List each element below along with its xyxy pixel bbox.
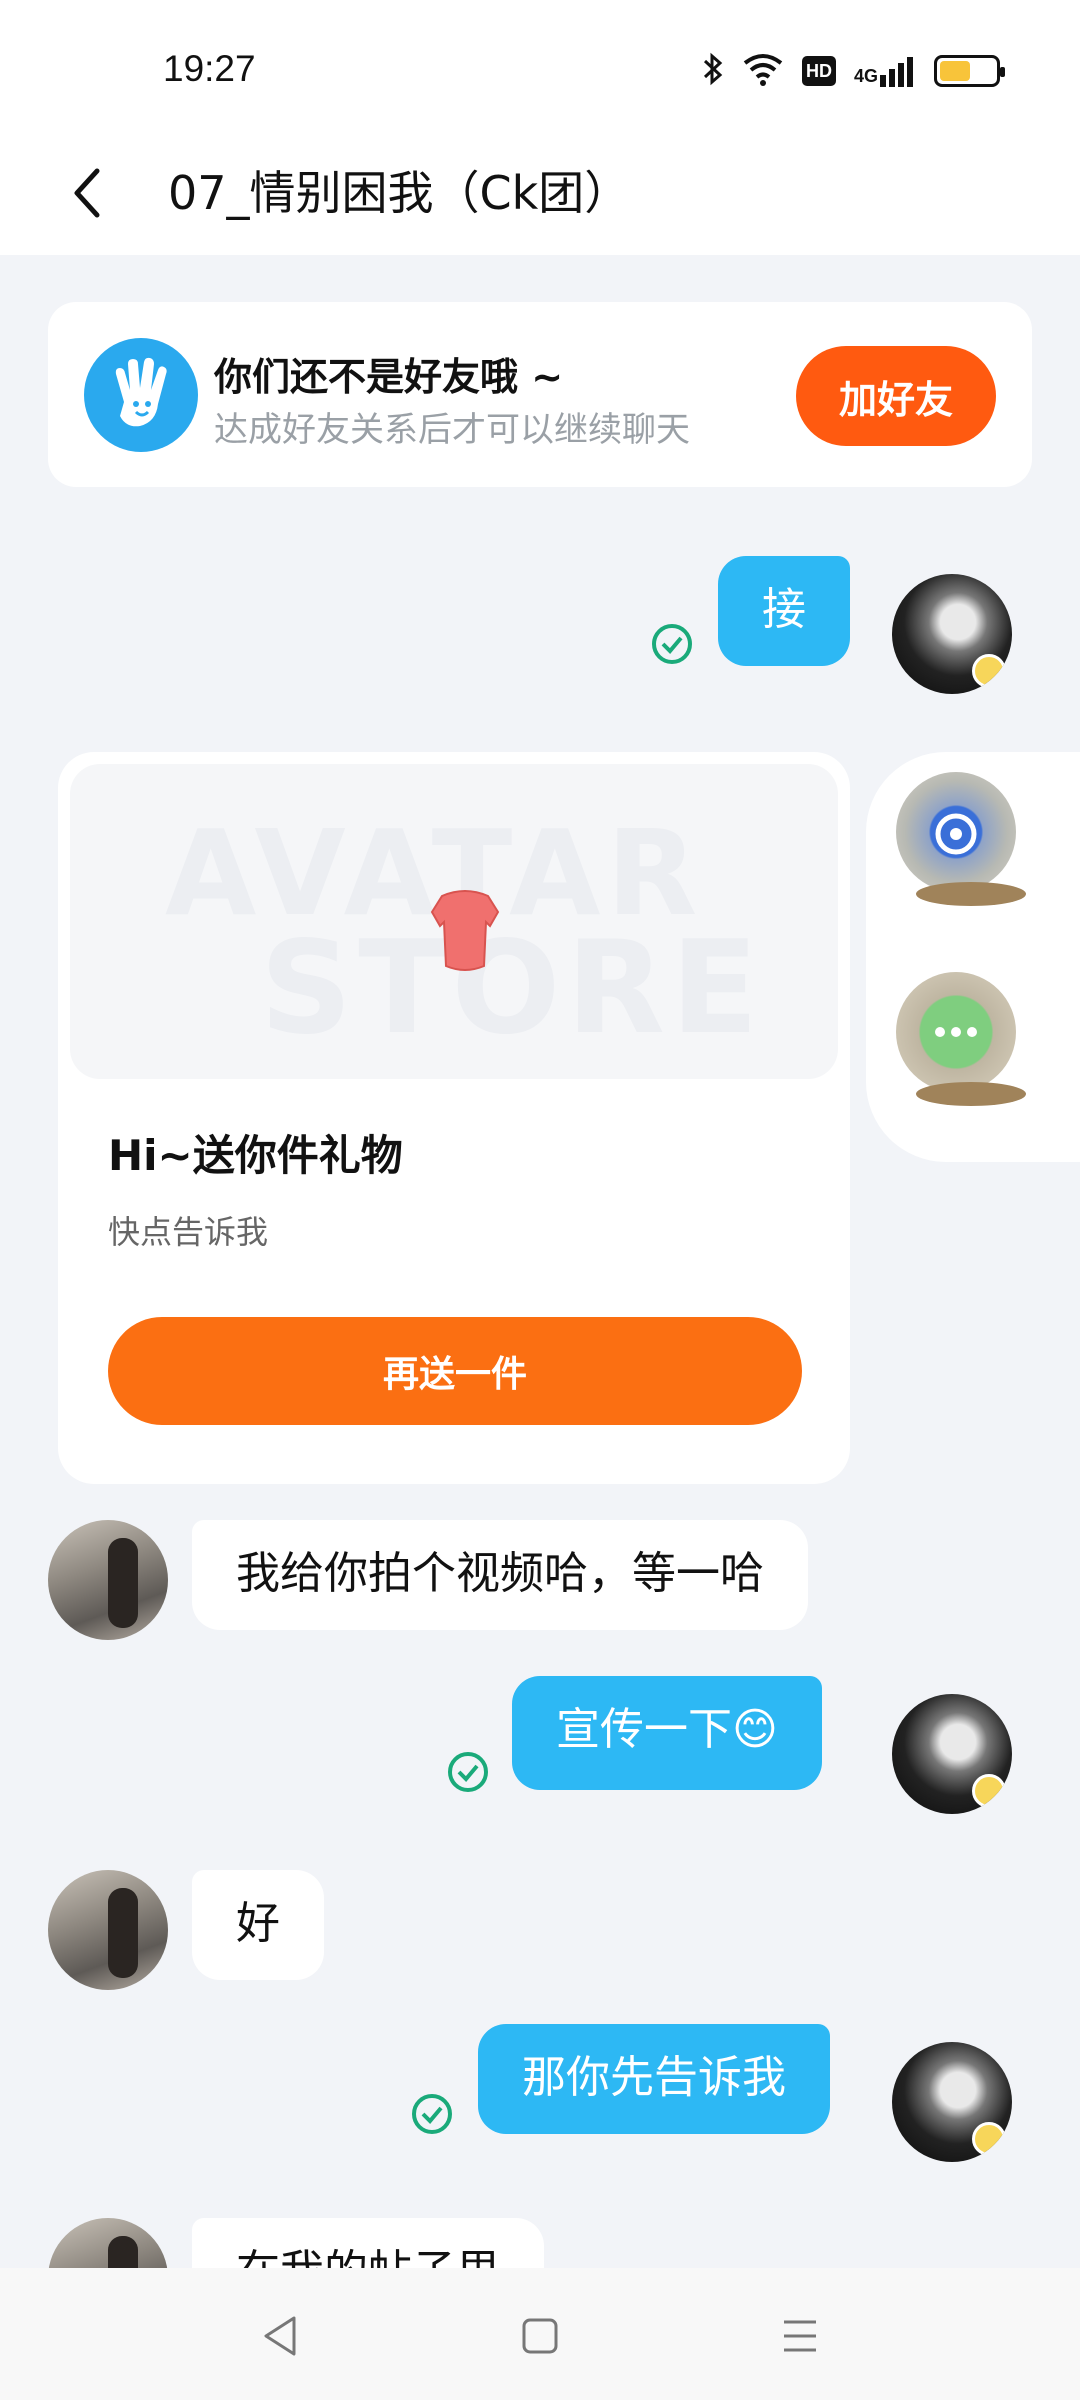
avatar-hair bbox=[108, 1538, 138, 1628]
camera-icon[interactable] bbox=[896, 772, 1016, 892]
sent-check-icon bbox=[650, 622, 694, 666]
my-avatar[interactable] bbox=[892, 1694, 1012, 1814]
camera-pedestal bbox=[916, 882, 1026, 906]
nav-home-button[interactable] bbox=[500, 2296, 580, 2376]
banner-title: 你们还不是好友哦 ~ bbox=[214, 355, 564, 399]
add-friend-button[interactable]: 加好友 bbox=[796, 346, 996, 446]
chat-pedestal bbox=[916, 1082, 1026, 1106]
network-label: 4G bbox=[853, 66, 878, 86]
chat-header: 07_情别困我（Ck团） bbox=[0, 135, 1080, 255]
gift-image: AVATAR STORE bbox=[70, 764, 838, 1079]
battery-icon bbox=[934, 55, 1005, 87]
floating-action-panel bbox=[866, 752, 1080, 1162]
signal-icon: 4G bbox=[854, 55, 916, 87]
banner-subtitle: 达成好友关系后才可以继续聊天 bbox=[214, 410, 690, 450]
back-button[interactable] bbox=[52, 155, 122, 235]
resend-gift-button[interactable]: 再送一件 bbox=[108, 1317, 802, 1425]
friend-request-banner: 你们还不是好友哦 ~ 达成好友关系后才可以继续聊天 加好友 bbox=[48, 302, 1032, 487]
message-bubble-outgoing[interactable]: 宣传一下😊 bbox=[512, 1676, 822, 1790]
status-time: 19:27 bbox=[163, 48, 256, 89]
battery-fill bbox=[940, 61, 970, 81]
status-icons: HD 4G bbox=[702, 48, 1005, 94]
avatar-hair bbox=[108, 1888, 138, 1978]
avatar-emoji-badge bbox=[972, 1774, 1006, 1808]
sent-check-icon bbox=[410, 2092, 454, 2136]
avatar-emoji-badge bbox=[972, 654, 1006, 688]
gift-card[interactable]: AVATAR STORE Hi~送你件礼物 快点告诉我 再送一件 bbox=[58, 752, 850, 1484]
wifi-icon bbox=[742, 51, 784, 91]
bluetooth-icon bbox=[702, 51, 724, 91]
status-bar: 19:27 HD 4G bbox=[0, 0, 1080, 135]
my-avatar[interactable] bbox=[892, 2042, 1012, 2162]
gift-subtitle: 快点告诉我 bbox=[108, 1213, 269, 1251]
nav-back-button[interactable] bbox=[240, 2296, 320, 2376]
avatar-emoji-badge bbox=[972, 2122, 1006, 2156]
gift-title: Hi~送你件礼物 bbox=[108, 1131, 403, 1180]
chevron-left-icon bbox=[69, 167, 105, 223]
gift-shirt-icon bbox=[420, 886, 510, 976]
message-bubble-outgoing[interactable]: 接 bbox=[718, 556, 850, 666]
message-bubble-incoming[interactable]: 好 bbox=[192, 1870, 324, 1980]
contact-avatar[interactable] bbox=[48, 1520, 168, 1640]
chat-more-icon[interactable] bbox=[896, 972, 1016, 1092]
my-avatar[interactable] bbox=[892, 574, 1012, 694]
nav-menu-button[interactable] bbox=[760, 2296, 840, 2376]
message-bubble-incoming[interactable]: 我给你拍个视频哈，等一哈 bbox=[192, 1520, 808, 1630]
chat-title: 07_情别困我（Ck团） bbox=[168, 166, 631, 220]
sent-check-icon bbox=[446, 1750, 490, 1794]
hd-badge: HD bbox=[801, 56, 836, 86]
wave-hand-icon bbox=[84, 338, 198, 452]
watermark-text: STORE bbox=[260, 914, 765, 1063]
system-nav-bar bbox=[0, 2268, 1080, 2400]
message-bubble-outgoing[interactable]: 那你先告诉我 bbox=[478, 2024, 830, 2134]
contact-avatar[interactable] bbox=[48, 1870, 168, 1990]
